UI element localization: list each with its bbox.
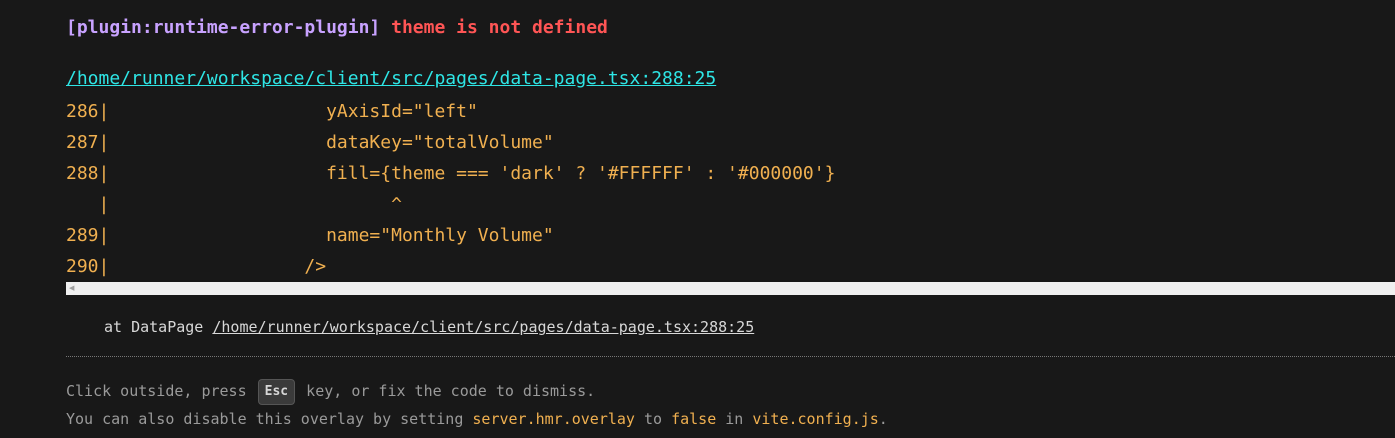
- stack-file-link[interactable]: /home/runner/workspace/client/src/pages/…: [212, 318, 754, 336]
- dismiss-tip: Click outside, press Esc key, or fix the…: [66, 379, 596, 406]
- divider: [66, 356, 1395, 357]
- error-message: [plugin:runtime-error-plugin] theme is n…: [66, 17, 608, 38]
- error-file-link[interactable]: /home/runner/workspace/client/src/pages/…: [66, 68, 716, 89]
- config-value: false: [671, 410, 717, 428]
- config-file: vite.config.js: [752, 410, 879, 428]
- code-frame: 286| yAxisId="left" 287| dataKey="totalV…: [66, 96, 835, 282]
- plugin-name: [plugin:runtime-error-plugin]: [66, 17, 381, 38]
- esc-key: Esc: [257, 379, 296, 405]
- disable-overlay-tip: You can also disable this overlay by set…: [66, 410, 888, 428]
- tip-text: .: [878, 410, 888, 428]
- horizontal-scrollbar[interactable]: ◀: [66, 282, 1395, 295]
- error-overlay[interactable]: [plugin:runtime-error-plugin] theme is n…: [0, 0, 1395, 438]
- tip-text: You can also disable this overlay by set…: [66, 410, 473, 428]
- tip-text: in: [716, 410, 753, 428]
- code-frame-line: 288| fill={theme === 'dark' ? '#FFFFFF' …: [66, 163, 836, 184]
- code-frame-caret-line: | ^: [66, 194, 402, 215]
- error-text: theme is not defined: [391, 17, 608, 38]
- config-key: server.hmr.overlay: [472, 410, 635, 428]
- code-frame-line: 287| dataKey="totalVolume": [66, 132, 554, 153]
- code-frame-line: 289| name="Monthly Volume": [66, 225, 554, 246]
- stack-prefix: at DataPage: [104, 318, 213, 336]
- code-frame-line: 286| yAxisId="left": [66, 101, 478, 122]
- tip-text: to: [634, 410, 672, 428]
- tip-text: Click outside, press: [66, 382, 256, 400]
- scroll-left-arrow-icon[interactable]: ◀: [69, 284, 74, 293]
- stack-trace: at DataPage /home/runner/workspace/clien…: [104, 318, 754, 336]
- code-frame-line: 290| />: [66, 256, 327, 277]
- tip-text: key, or fix the code to dismiss.: [297, 382, 596, 400]
